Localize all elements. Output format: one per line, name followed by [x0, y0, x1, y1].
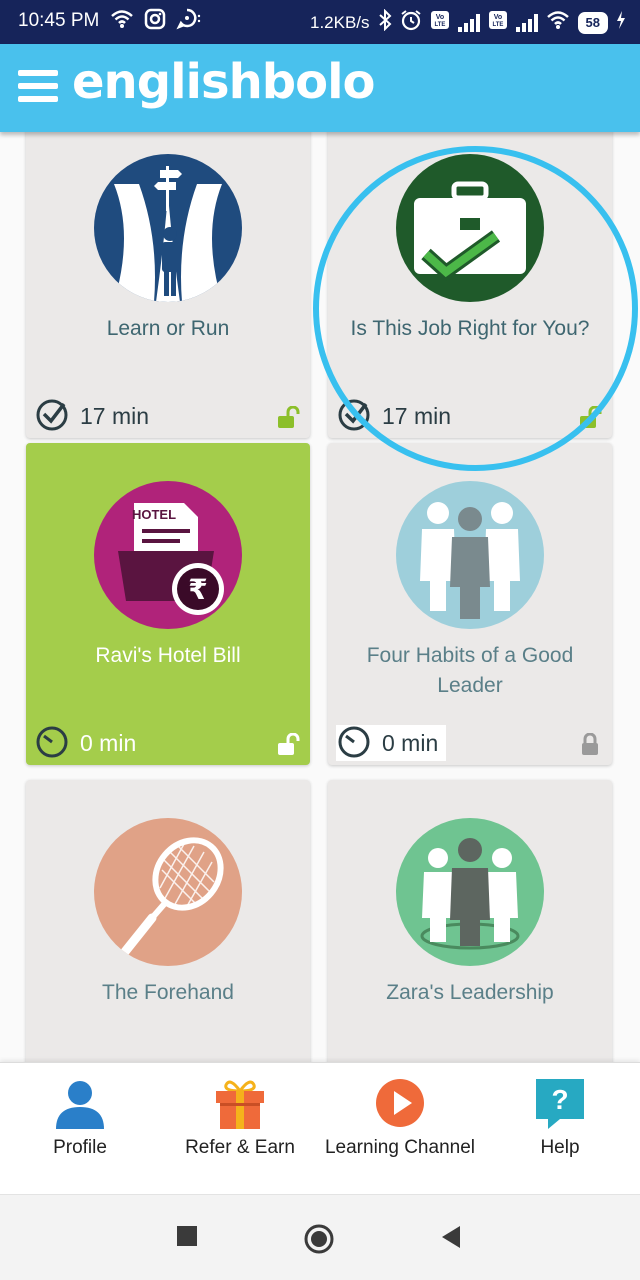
lesson-title: Learn or Run: [106, 317, 230, 340]
menu-icon[interactable]: [18, 70, 58, 106]
system-nav-bar: [0, 1194, 640, 1280]
bottom-nav: Profile Refer & Earn Learning Channel ? …: [0, 1062, 640, 1194]
lesson-grid: Learn or Run 17 min Is This Job Right fo…: [0, 132, 640, 1062]
lesson-card-zara-leadership[interactable]: Zara's Leadership: [328, 780, 612, 1062]
team-leader-icon: [396, 818, 544, 966]
duration-box: 0 min: [336, 723, 447, 764]
nav-label: Help: [540, 1137, 580, 1158]
app-header: englishbolo: [0, 44, 640, 132]
timer-icon: [34, 723, 70, 764]
unlock-icon: [276, 732, 300, 755]
lesson-duration: 17 min: [80, 402, 150, 429]
crossroads-icon: [94, 154, 242, 302]
svg-text:Vo: Vo: [435, 14, 443, 21]
svg-text:HOTEL: HOTEL: [132, 507, 176, 522]
timer-check-icon: [34, 396, 70, 437]
duration-box: 17 min: [336, 398, 459, 434]
tennis-racket-icon: [94, 818, 242, 966]
lesson-card-job-right[interactable]: Is This Job Right for You? 17 min: [328, 132, 612, 438]
svg-text:₹: ₹: [188, 573, 207, 606]
lesson-card-forehand[interactable]: The Forehand: [26, 780, 310, 1062]
volte-icon: Vo LTE: [430, 10, 450, 35]
nav-profile[interactable]: Profile: [0, 1063, 160, 1194]
lesson-duration: 0 min: [382, 729, 439, 756]
lesson-title: The Forehand: [102, 981, 234, 1004]
home-button[interactable]: [303, 1223, 335, 1260]
lesson-title: Is This Job Right for You?: [350, 317, 590, 340]
unlock-icon: [276, 405, 300, 428]
nav-label: Profile: [53, 1137, 107, 1158]
lesson-card-learn-or-run[interactable]: Learn or Run 17 min: [26, 132, 310, 438]
play-icon: [374, 1077, 426, 1129]
lesson-card-four-habits[interactable]: Four Habits of a Good Leader 0 min: [328, 443, 612, 765]
recents-button[interactable]: [176, 1225, 198, 1252]
briefcase-check-icon: [396, 154, 544, 302]
status-time: 10:45 PM: [18, 10, 100, 31]
timer-icon: [336, 723, 372, 764]
app-logo: englishbolo: [72, 54, 375, 110]
duration-box: 0 min: [34, 725, 144, 761]
profile-icon: [54, 1077, 106, 1129]
nav-label: Refer & Earn: [185, 1137, 295, 1158]
lesson-duration: 0 min: [80, 729, 137, 756]
bluetooth-icon: [378, 8, 392, 36]
lesson-title: Zara's Leadership: [386, 981, 554, 1004]
alarm-icon: [400, 9, 422, 36]
nav-help[interactable]: ? Help: [480, 1063, 640, 1194]
svg-text:LTE: LTE: [492, 22, 503, 28]
charging-icon: [616, 10, 626, 35]
svg-text:LTE: LTE: [434, 22, 445, 28]
instagram-icon: [144, 8, 166, 35]
lesson-duration: 17 min: [382, 402, 452, 429]
signal-icon: [457, 13, 480, 32]
chat-bubble-icon: [176, 8, 202, 35]
lock-icon: [578, 732, 602, 755]
lesson-title: Four Habits of a Good Leader: [366, 644, 574, 697]
signal-icon-2: [515, 13, 538, 32]
leader-group-icon: [396, 481, 544, 629]
battery-level: 58: [577, 11, 608, 34]
duration-box: 17 min: [34, 398, 157, 434]
svg-text:?: ?: [551, 1084, 568, 1115]
net-speed: 1.2KB/s: [309, 12, 370, 32]
svg-text:Vo: Vo: [493, 14, 501, 21]
nav-label: Learning Channel: [324, 1137, 475, 1158]
back-button[interactable]: [440, 1225, 462, 1254]
unlock-icon: [578, 405, 602, 428]
hotel-bill-icon: HOTEL ₹: [94, 481, 242, 629]
volte-icon-2: Vo LTE: [488, 10, 508, 35]
timer-check-icon: [336, 396, 372, 437]
lesson-card-hotel-bill[interactable]: HOTEL ₹ Ravi's Hotel Bill 0 min: [26, 443, 310, 765]
help-icon: ?: [534, 1077, 586, 1129]
lesson-title: Ravi's Hotel Bill: [95, 644, 241, 667]
gift-icon: [214, 1077, 266, 1129]
wifi-icon: [110, 9, 134, 34]
wifi-icon-2: [546, 10, 570, 35]
nav-learning-channel[interactable]: Learning Channel: [320, 1063, 480, 1194]
status-bar: 10:45 PM 1.2KB/s Vo LTE Vo LTE 58: [0, 0, 640, 44]
nav-refer-earn[interactable]: Refer & Earn: [160, 1063, 320, 1194]
